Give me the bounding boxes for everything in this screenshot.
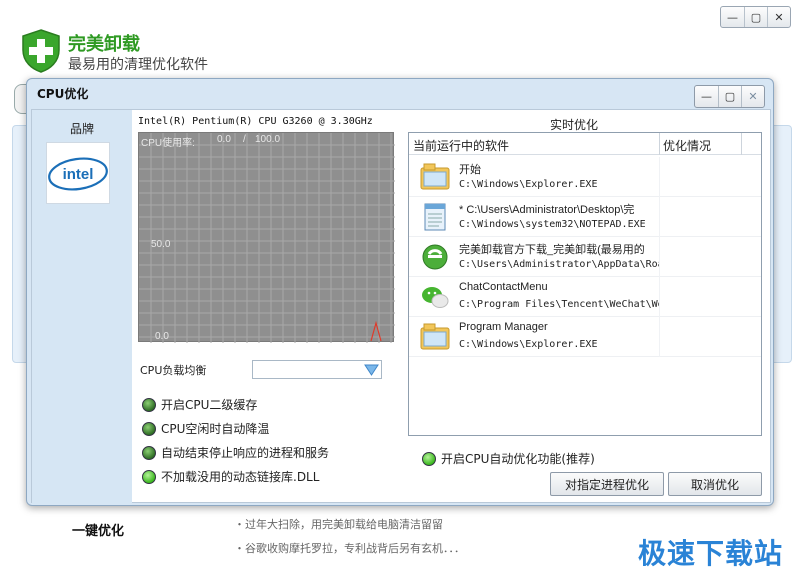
notepad-icon: [424, 203, 446, 231]
list-item[interactable]: 完美卸载官方下载_完美卸载(最易用的 C:\Users\Administrato…: [409, 237, 761, 277]
dialog-controls: — ▢ ✕: [694, 85, 765, 108]
status-dot-icon: [142, 469, 156, 484]
app-slogan: 最易用的清理优化软件: [68, 57, 208, 73]
folder-icon: [420, 323, 450, 350]
option-skip-dll[interactable]: 不加载没用的动态链接库.DLL: [142, 468, 319, 485]
dialog-maximize-button[interactable]: ▢: [718, 86, 741, 107]
dialog-minimize-button[interactable]: —: [695, 86, 718, 107]
main-window-controls: — ▢ ✕: [720, 6, 791, 28]
process-list[interactable]: 当前运行中的软件 优化情况 开始 C:\Windows\Explorer.EXE: [408, 132, 762, 436]
usage-label: CPU使用率:: [141, 138, 195, 149]
process-path: C:\Windows\system32\NOTEPAD.EXE: [459, 219, 646, 230]
ie-browser-icon: [422, 244, 448, 270]
status-dot-icon: [142, 445, 156, 460]
folder-icon: [420, 163, 450, 190]
process-name: * C:\Users\Administrator\Desktop\完: [459, 204, 635, 216]
list-item[interactable]: Program Manager C:\Windows\Explorer.EXE: [409, 317, 761, 357]
intel-logo: intel: [46, 142, 110, 204]
option-label: 不加载没用的动态链接库.DLL: [161, 470, 320, 484]
one-click-optimize-label[interactable]: 一键优化: [72, 520, 124, 539]
optimize-process-button[interactable]: 对指定进程优化: [550, 472, 664, 496]
list-item[interactable]: 开始 C:\Windows\Explorer.EXE: [409, 157, 761, 197]
option-label: CPU空闲时自动降温: [161, 422, 270, 436]
brand-column: 品牌 intel: [32, 110, 132, 504]
minimize-button[interactable]: —: [721, 7, 744, 27]
cpu-usage-graph: CPU使用率: 0.0 / 100.0 50.0 0.0: [138, 132, 395, 343]
usage-current: 0.0: [217, 134, 231, 145]
axis-min-label: 0.0: [155, 331, 169, 342]
status-dot-icon: [422, 451, 436, 466]
process-name: ChatContactMenu: [459, 281, 548, 293]
usage-max: 100.0: [255, 134, 281, 145]
brand-label: 品牌: [69, 122, 94, 136]
status-dot-icon: [142, 397, 156, 412]
wechat-icon: [422, 287, 449, 308]
process-path: C:\Users\Administrator\AppData\Roa: [459, 259, 659, 270]
header-software[interactable]: 当前运行中的软件: [413, 137, 509, 154]
usage-separator: /: [243, 134, 246, 145]
list-item[interactable]: ChatContactMenu C:\Program Files\Tencent…: [409, 277, 761, 317]
cpu-name: Intel(R) Pentium(R) CPU G3260 @ 3.30GHz: [138, 116, 373, 127]
shield-logo-icon: [22, 29, 60, 73]
news-item[interactable]: ・谷歌收购摩托罗拉，专利战背后另有玄机．．．: [234, 540, 465, 556]
balance-select[interactable]: [252, 360, 382, 379]
dialog-title: CPU优化: [37, 87, 89, 101]
process-name: 开始: [459, 164, 481, 176]
option-idle-cooling[interactable]: CPU空闲时自动降温: [142, 420, 269, 437]
dialog-close-button[interactable]: ✕: [741, 86, 764, 107]
option-label: 自动结束停止响应的进程和服务: [161, 446, 330, 460]
cpu-optimize-dialog: CPU优化 — ▢ ✕ 品牌 intel Intel(R) Pentium(R)…: [26, 78, 774, 506]
intel-logo-text: intel: [63, 166, 94, 183]
process-name: 完美卸载官方下载_完美卸载(最易用的: [459, 244, 645, 256]
header-status[interactable]: 优化情况: [663, 137, 711, 154]
option-kill-hung[interactable]: 自动结束停止响应的进程和服务: [142, 444, 329, 461]
auto-optimize-option[interactable]: 开启CPU自动优化功能(推荐): [422, 450, 595, 467]
close-button[interactable]: ✕: [767, 7, 790, 27]
realtime-title: 实时优化: [550, 118, 599, 132]
process-name: Program Manager: [459, 321, 548, 333]
watermark: 极速下载站: [637, 537, 783, 570]
dropdown-arrow-icon: [364, 364, 379, 376]
cancel-optimize-button[interactable]: 取消优化: [668, 472, 762, 496]
process-path: C:\Windows\Explorer.EXE: [459, 339, 598, 350]
process-path: C:\Program Files\Tencent\WeChat\We: [459, 299, 659, 310]
app-name: 完美卸载: [68, 34, 140, 55]
list-item[interactable]: * C:\Users\Administrator\Desktop\完 C:\Wi…: [409, 197, 761, 237]
news-item[interactable]: ・过年大扫除，用完美卸载给电脑清洁留留: [234, 516, 443, 532]
maximize-button[interactable]: ▢: [744, 7, 767, 27]
dialog-body: 品牌 intel Intel(R) Pentium(R) CPU G3260 @…: [31, 109, 771, 504]
process-list-header: 当前运行中的软件 优化情况: [409, 133, 761, 155]
graph-grid: [139, 133, 395, 343]
intel-logo-icon: intel: [48, 157, 108, 191]
balance-label: CPU负载均衡: [140, 364, 207, 377]
option-label: 开启CPU二级缓存: [161, 398, 258, 412]
process-path: C:\Windows\Explorer.EXE: [459, 179, 598, 190]
auto-optimize-label: 开启CPU自动优化功能(推荐): [441, 452, 595, 466]
option-l2-cache[interactable]: 开启CPU二级缓存: [142, 396, 257, 413]
axis-mid-label: 50.0: [151, 239, 171, 250]
status-dot-icon: [142, 421, 156, 436]
